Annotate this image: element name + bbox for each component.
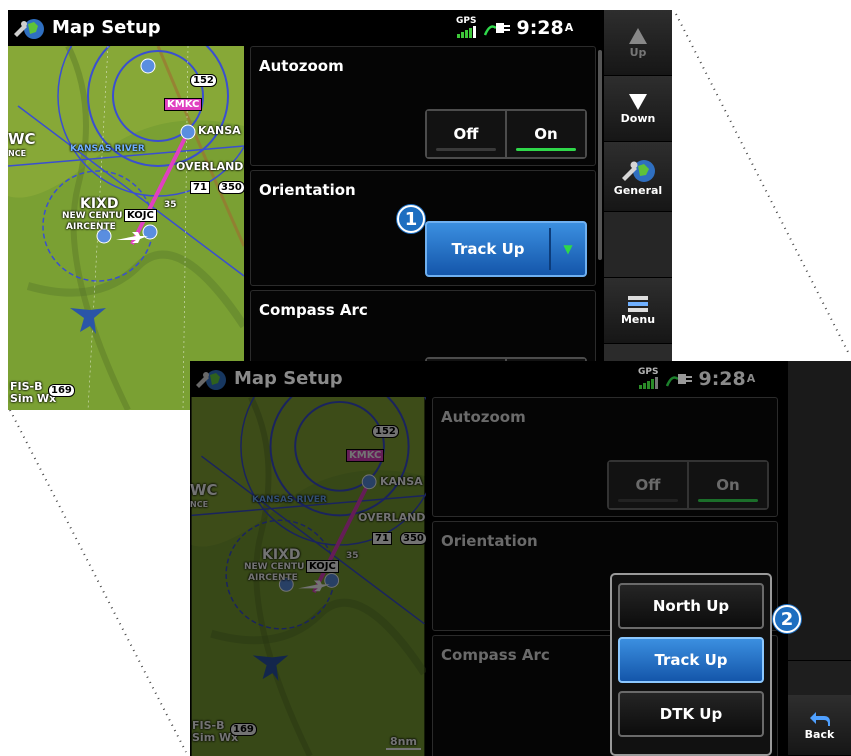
autozoom-off-button: Off (609, 462, 689, 508)
section-autozoom: Autozoom Off On (250, 46, 596, 166)
map-label-kansas: KANSA (198, 124, 241, 137)
map-label-new-centu: NEW CENTU (62, 211, 123, 221)
triangle-up-icon (629, 28, 647, 44)
autozoom-on-button[interactable]: On (507, 111, 585, 157)
settings-panel[interactable]: Autozoom Off On Orientation Track Up ▼ C… (250, 46, 596, 410)
compass-arc-label: Compass Arc (441, 646, 550, 664)
compass-arc-label: Compass Arc (259, 301, 368, 319)
map-label-new-centu: NEW CENTU (244, 562, 305, 572)
clock-time: 9:28 (698, 367, 746, 390)
clock-ampm: A (564, 21, 574, 34)
map-label-wc: WC (190, 481, 218, 499)
map-scale: 8nm (386, 735, 421, 750)
map-label-r152: 152 (190, 74, 217, 87)
page-title: Map Setup (52, 17, 161, 38)
map-label-r152: 152 (372, 425, 399, 438)
down-softkey[interactable]: Down (604, 76, 672, 142)
section-orientation: Orientation Track Up ▼ (250, 170, 596, 286)
map-settings-icon (14, 18, 44, 39)
menu-softkey[interactable]: Menu (604, 278, 672, 344)
status-bar: GPS 9:28 A (456, 10, 573, 45)
map-background (8, 46, 244, 410)
callout-marker-1: 1 (397, 205, 425, 233)
chevron-down-icon: ▼ (563, 242, 573, 256)
orientation-option-north-up[interactable]: North Up (618, 583, 764, 629)
up-softkey[interactable]: Up (604, 10, 672, 76)
map-label-overland: OVERLAND (358, 511, 426, 524)
map-background (191, 397, 426, 756)
general-settings-icon (622, 160, 655, 182)
orientation-dropdown-button[interactable]: Track Up ▼ (425, 221, 587, 277)
back-softkey[interactable]: Back (788, 695, 851, 756)
map-label-nce: NCE (8, 149, 27, 158)
autozoom-label: Autozoom (441, 408, 526, 426)
softkey-column: Back (788, 361, 851, 756)
autozoom-label: Autozoom (259, 57, 344, 75)
power-plug-icon (484, 22, 511, 36)
map-label-kixd: KIXD (262, 547, 301, 563)
map-label-r169: 169 (48, 384, 75, 397)
map-label-nce: NCE (190, 500, 209, 509)
map-label-wc: WC (8, 130, 36, 148)
clock-time: 9:28 (516, 16, 564, 39)
menu-icon (628, 296, 648, 312)
map-label-aircente: AIRCENTE (248, 573, 298, 583)
map-label-kmkc: KMKC (164, 98, 203, 111)
clock-ampm: A (746, 372, 756, 385)
page-title: Map Setup (234, 368, 343, 389)
autozoom-on-button: On (689, 462, 767, 508)
orientation-label: Orientation (441, 532, 538, 550)
map-view: KMKC KANSA KANSAS RIVER OVERLAND 152 71 … (190, 397, 426, 756)
map-view[interactable]: KMKC KANSA KANSAS RIVER OVERLAND 152 71 … (8, 46, 244, 410)
map-label-r71: 71 (372, 532, 392, 545)
map-label-r169: 169 (230, 723, 257, 736)
map-label-kojc: KOJC (124, 209, 157, 222)
gps-signal-icon: GPS (456, 17, 476, 38)
power-plug-icon (666, 373, 693, 387)
map-label-overland: OVERLAND (176, 160, 244, 173)
autozoom-toggle: Off On (425, 109, 587, 159)
softkey-column: Up Down General Menu (604, 10, 672, 410)
orientation-label: Orientation (259, 181, 356, 199)
screen-map-setup-2: Map Setup GPS 9:28 A KMKC KANSA KANSAS R… (190, 361, 851, 756)
autozoom-toggle: Off On (607, 460, 769, 510)
orientation-option-dtk-up[interactable]: DTK Up (618, 691, 764, 737)
map-settings-icon (196, 369, 226, 390)
general-softkey[interactable]: General (604, 142, 672, 212)
map-label-kojc: KOJC (306, 560, 339, 573)
section-autozoom: Autozoom Off On (432, 397, 778, 517)
back-arrow-icon (809, 711, 830, 726)
map-label-kansas-river: KANSAS RIVER (252, 495, 327, 505)
map-label-r350: 350 (400, 532, 426, 545)
autozoom-off-button[interactable]: Off (427, 111, 507, 157)
map-label-r35: 35 (346, 551, 359, 561)
callout-marker-2: 2 (773, 605, 801, 633)
map-label-kmkc: KMKC (346, 449, 385, 462)
orientation-dropdown-list: North Up Track Up DTK Up (610, 573, 772, 756)
screen-map-setup-1: Map Setup GPS 9:28 A KMKC KANSA KANSAS R… (8, 10, 672, 410)
map-label-r71: 71 (190, 181, 210, 194)
map-label-kansas: KANSA (380, 475, 423, 488)
status-bar: GPS 9:28 A (638, 361, 755, 396)
triangle-down-icon (629, 94, 647, 110)
map-label-r350: 350 (218, 181, 244, 194)
panel-scrollbar[interactable] (598, 50, 602, 260)
blank-softkey (604, 212, 672, 278)
gps-signal-icon: GPS (638, 368, 658, 389)
map-label-r35: 35 (164, 200, 177, 210)
map-label-kansas-river: KANSAS RIVER (70, 144, 145, 154)
orientation-option-track-up[interactable]: Track Up (618, 637, 764, 683)
map-label-kixd: KIXD (80, 196, 119, 212)
map-label-aircente: AIRCENTE (66, 222, 116, 232)
